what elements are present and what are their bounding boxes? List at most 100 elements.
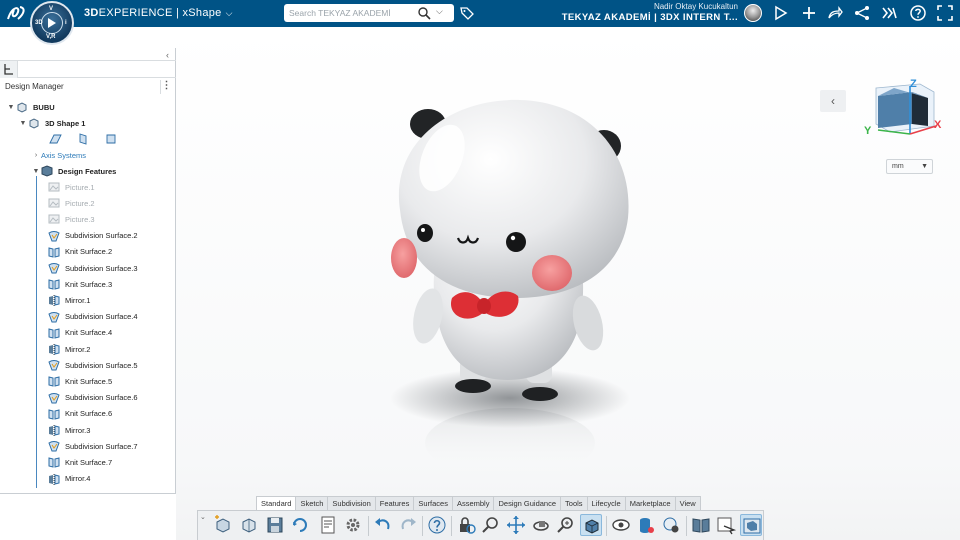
tab-features[interactable]: Features — [374, 496, 415, 510]
tree-node[interactable]: Mirror.3 — [48, 423, 90, 437]
tab-tools[interactable]: Tools — [560, 496, 588, 510]
tab-subdivision[interactable]: Subdivision — [327, 496, 376, 510]
help-icon[interactable] — [909, 4, 927, 22]
tree-node[interactable]: Knit Surface.4 — [48, 326, 112, 340]
tree-node[interactable]: Mirror.4 — [48, 472, 90, 486]
pan-icon[interactable] — [505, 514, 527, 536]
tab-standard[interactable]: Standard — [256, 496, 297, 510]
tree-node[interactable]: Knit Surface.2 — [48, 245, 112, 259]
collapse-panel-icon[interactable]: ‹ — [166, 50, 169, 60]
back-chevron-icon[interactable]: ‹ — [820, 90, 846, 112]
tree-node[interactable]: ▼ BUBU — [6, 100, 55, 114]
lock-icon[interactable] — [455, 514, 477, 536]
tree-node[interactable]: Subdivision Surface.5 — [48, 358, 138, 372]
avatar[interactable] — [744, 4, 762, 22]
fullscreen-icon[interactable] — [936, 4, 954, 22]
tree-node[interactable]: Subdivision Surface.2 — [48, 229, 138, 243]
navcube-front-face[interactable] — [878, 92, 912, 128]
undo-icon[interactable] — [372, 514, 394, 536]
unit-select[interactable]: mm ▼ — [886, 159, 933, 174]
view-cube-icon[interactable] — [580, 514, 602, 536]
tab-sketch[interactable]: Sketch — [295, 496, 329, 510]
zoom-in-icon[interactable] — [555, 514, 577, 536]
tree-node[interactable]: Knit Surface.5 — [48, 374, 112, 388]
expand-icon[interactable]: ▼ — [18, 120, 28, 127]
app-name-dropdown[interactable]: xShape — [182, 7, 221, 19]
more-options-icon[interactable]: ⋮ — [160, 80, 172, 94]
search-icon[interactable] — [417, 6, 431, 20]
tree-node[interactable]: Subdivision Surface.6 — [48, 391, 138, 405]
hide-show-icon[interactable] — [610, 514, 632, 536]
gear-icon[interactable] — [342, 514, 364, 536]
tree-node[interactable]: Mirror.2 — [48, 342, 90, 356]
tab-assembly[interactable]: Assembly — [451, 496, 495, 510]
redo-icon[interactable] — [397, 514, 419, 536]
image-capture-icon[interactable] — [715, 514, 737, 536]
action-bar-tabs: Standard Sketch Subdivision Features Surface… — [256, 496, 701, 510]
action-bar: ⌄ — [197, 510, 764, 540]
refresh-icon[interactable] — [289, 514, 311, 536]
tree-node[interactable]: Subdivision Surface.4 — [48, 310, 138, 324]
share-icon[interactable] — [772, 4, 790, 22]
top-bar: 3DEXPERIENCE | xShape⌵ ⌵ Nadir Oktay Kuc… — [0, 0, 960, 27]
expand-icon[interactable]: ▼ — [6, 104, 16, 111]
subdivision-surface-icon — [48, 440, 60, 452]
y-axis-label: Y — [864, 125, 872, 137]
properties-icon[interactable] — [317, 514, 339, 536]
chevron-down-icon[interactable]: ⌵ — [226, 8, 233, 19]
picture-icon — [48, 213, 60, 225]
xy-plane-icon[interactable] — [48, 132, 62, 144]
tree-node[interactable]: ▼ 3D Shape 1 — [18, 116, 85, 130]
book-icon[interactable] — [690, 514, 712, 536]
compass-icon[interactable]: V 3D i V,R — [30, 1, 74, 45]
tab-marketplace[interactable]: Marketplace — [624, 496, 676, 510]
tree-node[interactable]: Subdivision Surface.3 — [48, 261, 138, 275]
bow-knot — [477, 298, 491, 314]
network-icon[interactable] — [853, 4, 871, 22]
tree-node[interactable]: Mirror.1 — [48, 293, 90, 307]
tree-node[interactable]: Subdivision Surface.7 — [48, 439, 138, 453]
save-icon[interactable] — [264, 514, 286, 536]
tag-icon[interactable] — [459, 5, 475, 21]
search-scope-chevron-icon[interactable]: ⌵ — [436, 6, 443, 17]
insert-shape-icon[interactable] — [238, 514, 260, 536]
tree-node[interactable]: Picture.3 — [48, 212, 95, 226]
bubu-3d-model[interactable] — [380, 98, 650, 478]
tab-design-guidance[interactable]: Design Guidance — [493, 496, 562, 510]
add-icon[interactable] — [800, 4, 818, 22]
search-box[interactable]: ⌵ — [284, 4, 454, 22]
tree-node[interactable]: Knit Surface.6 — [48, 407, 112, 421]
tab-view[interactable]: View — [674, 496, 701, 510]
tree-node[interactable]: ▼ Design Features — [31, 164, 116, 178]
user-info[interactable]: Nadir Oktay Kucukaltun TEKYAZ AKADEMİ | … — [540, 2, 738, 23]
expand-icon[interactable]: ▼ — [31, 168, 41, 175]
tree-tab[interactable] — [0, 61, 18, 78]
navigation-cube[interactable]: Z X Y — [860, 78, 942, 140]
collaborative-space[interactable]: TEKYAZ AKADEMİ | 3DX INTERN T... — [540, 12, 738, 23]
tree-node[interactable]: Picture.1 — [48, 180, 95, 194]
mirror-icon — [48, 424, 60, 436]
new-component-icon[interactable] — [212, 514, 234, 536]
dassault-logo-icon[interactable] — [6, 4, 28, 26]
tree-node[interactable]: Knit Surface.7 — [48, 455, 112, 469]
tab-surfaces[interactable]: Surfaces — [413, 496, 453, 510]
compass-apps-icon[interactable] — [880, 4, 898, 22]
rotate-icon[interactable] — [530, 514, 552, 536]
database-icon[interactable] — [635, 514, 657, 536]
help-icon[interactable] — [426, 514, 448, 536]
forward-icon[interactable] — [826, 4, 844, 22]
zoom-icon[interactable] — [480, 514, 502, 536]
yz-plane-icon[interactable] — [76, 132, 90, 145]
tree-node[interactable]: Picture.2 — [48, 196, 95, 210]
tree-node[interactable]: › Axis Systems — [31, 148, 86, 162]
brand-separator: | — [172, 7, 183, 19]
zx-plane-icon[interactable] — [104, 132, 118, 144]
chevron-right-icon[interactable]: › — [31, 152, 41, 159]
settings-globe-icon[interactable] — [660, 514, 682, 536]
toolbar-divider — [686, 516, 687, 536]
search-input[interactable] — [289, 6, 409, 20]
tree-node[interactable]: Knit Surface.3 — [48, 277, 112, 291]
display-mode-icon[interactable] — [740, 514, 762, 536]
tab-lifecycle[interactable]: Lifecycle — [586, 496, 626, 510]
toolbar-collapse-chevron-icon[interactable]: ⌄ — [200, 513, 206, 521]
